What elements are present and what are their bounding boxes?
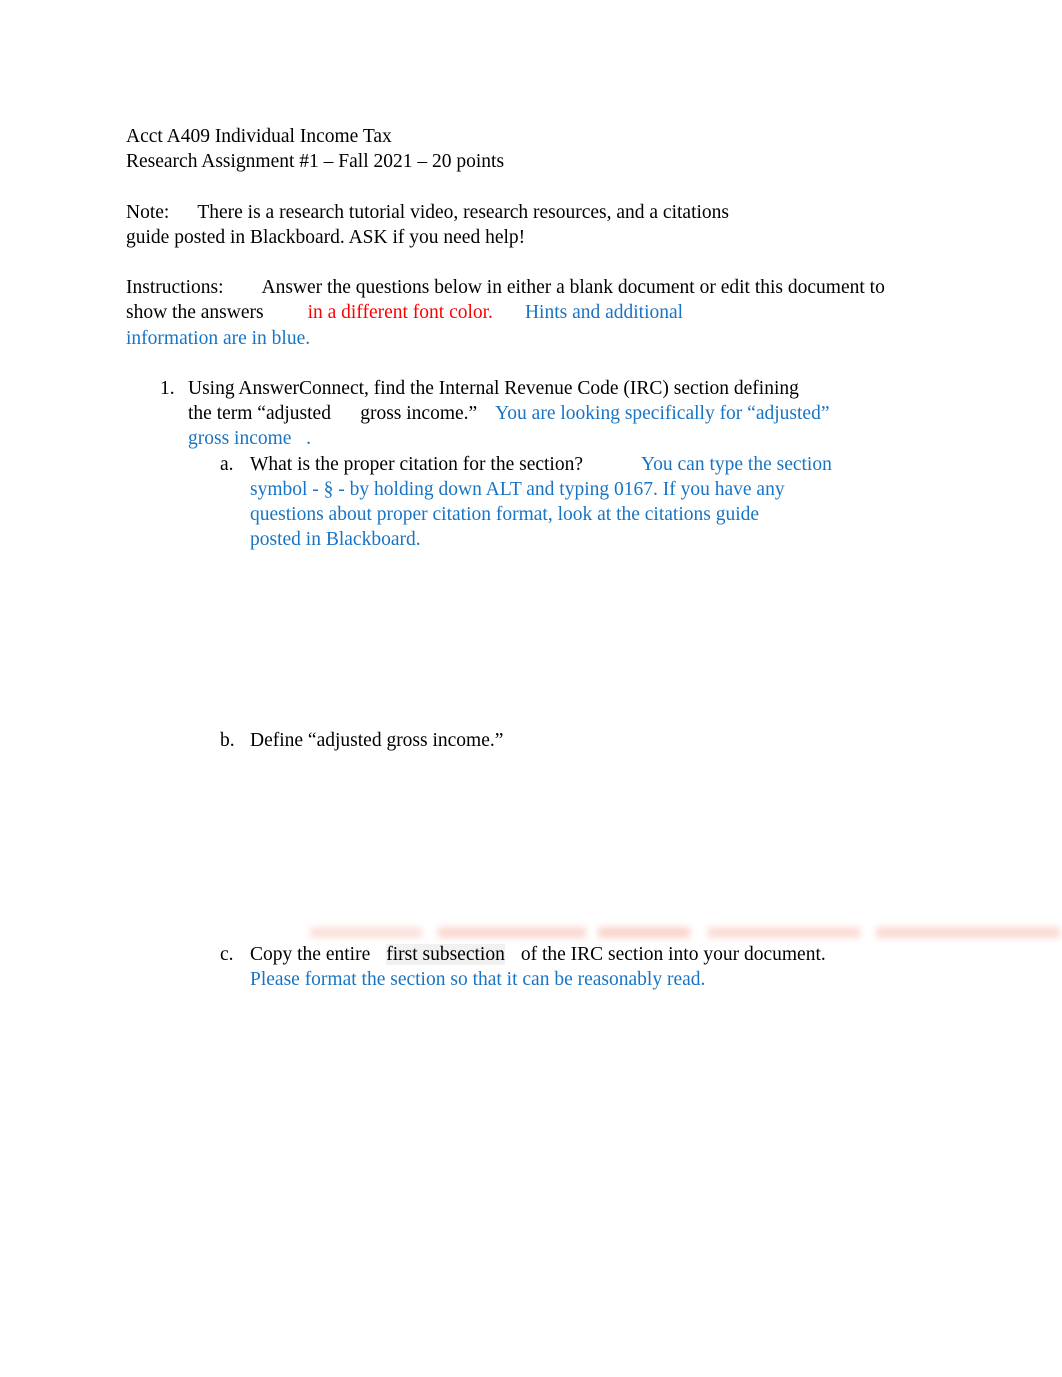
note-line1: There is a research tutorial video, rese… — [197, 201, 729, 223]
question-list: 1. Using AnswerConnect, find the Interna… — [126, 376, 888, 992]
spacer-after-header — [126, 174, 888, 199]
spacer-after-note — [126, 250, 888, 275]
course-title-line: Acct A409 Individual Income Tax — [126, 126, 392, 147]
answer-space-a — [188, 552, 888, 728]
list-item: c. Copy the entire first subsection of the… — [188, 942, 888, 992]
subquestion-a-text: What is the proper citation for the sect… — [250, 452, 888, 553]
subquestion-c-blue-hint: Please format the section so that it can… — [250, 968, 706, 990]
document-page: Acct A409 Individual Income Tax Research… — [0, 0, 1062, 1377]
subquestion-b-text: Define “adjusted gross income.” — [250, 728, 888, 753]
instructions-red-text: in a different font color. — [307, 302, 493, 324]
document-body: Acct A409 Individual Income Tax Research… — [126, 124, 888, 992]
residue-segment — [876, 927, 1060, 938]
spacer-after-instructions — [126, 351, 888, 376]
note-line2: guide posted in Blackboard. ASK if you n… — [126, 226, 526, 248]
question-1-marker: 1. — [160, 377, 175, 399]
note-label: Note: — [126, 201, 170, 223]
subquestion-b-black: Define “adjusted gross income.” — [250, 730, 504, 752]
subquestion-a-black: What is the proper citation for the sect… — [250, 453, 584, 475]
instructions-paragraph: Instructions: Answer the questions below … — [126, 275, 888, 351]
list-item: 1. Using AnswerConnect, find the Interna… — [126, 376, 888, 992]
instructions-label: Instructions: — [126, 277, 224, 299]
subquestion-c-text: Copy the entire first subsection of the IR… — [250, 942, 888, 992]
subquestion-a-marker: a. — [220, 453, 234, 475]
subquestion-c-black-before: Copy the entire — [250, 943, 371, 965]
subquestion-list: a. What is the proper citation for the s… — [188, 452, 888, 992]
subquestion-b-marker: b. — [220, 730, 235, 752]
instructions-black-part1: Answer the questions below in either a b… — [261, 277, 784, 299]
assignment-title-line: Research Assignment #1 – Fall 2021 – 20 … — [126, 151, 505, 173]
question-1-text: Using AnswerConnect, find the Internal R… — [188, 376, 888, 452]
subquestion-c-shaded-phrase: first subsection — [386, 943, 505, 965]
subquestion-c-black-after: of the IRC section into your document. — [520, 943, 826, 965]
list-item: b. Define “adjusted gross income.” — [188, 728, 888, 753]
note-paragraph: Note: There is a research tutorial video,… — [126, 200, 888, 225]
answer-space-b — [188, 754, 888, 942]
subquestion-c-marker: c. — [220, 943, 234, 965]
list-item: a. What is the proper citation for the s… — [188, 452, 888, 553]
